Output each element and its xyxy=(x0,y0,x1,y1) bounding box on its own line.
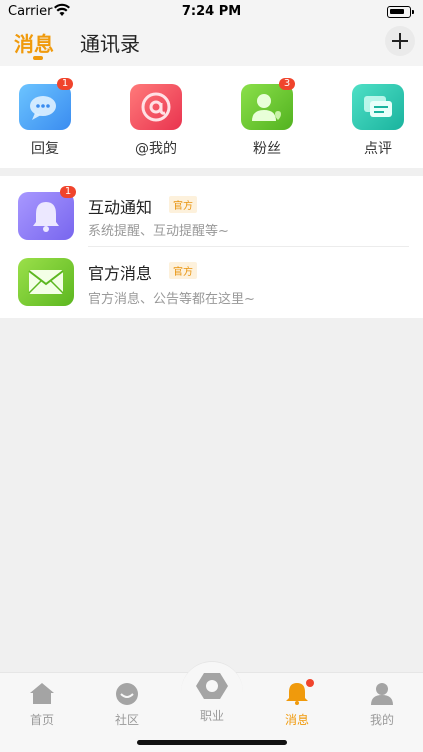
tab-community-label: 社区 xyxy=(114,713,139,727)
envelope-icon xyxy=(18,258,74,306)
clock: 7:24 PM xyxy=(181,4,242,19)
bell-icon: 1 xyxy=(18,186,76,240)
profile-icon xyxy=(369,681,395,705)
add-button[interactable] xyxy=(385,26,415,56)
interaction-notice-title: 互动通知 xyxy=(88,198,153,217)
divider xyxy=(88,246,409,247)
message-list: 1 互动通知 官方 系统提醒、互动提醒等~ 官方消息 官方 官方消息、公告等都在… xyxy=(0,176,423,318)
tab-messages[interactable]: 消息 xyxy=(14,28,54,60)
active-tab-indicator xyxy=(33,56,43,60)
quick-reply-label: 回复 xyxy=(31,141,59,157)
battery-icon xyxy=(387,6,414,18)
at-sign-icon xyxy=(130,84,182,130)
career-icon xyxy=(195,671,229,701)
tab-home-label: 首页 xyxy=(29,713,54,727)
follower-icon: 3 xyxy=(241,78,295,130)
quick-mentions-label: @我的 xyxy=(135,141,177,157)
official-tag: 官方 xyxy=(169,196,197,213)
tab-home[interactable]: 首页 xyxy=(12,681,72,728)
tab-community[interactable]: 社区 xyxy=(97,681,157,728)
quick-reply-badge: 1 xyxy=(57,78,73,90)
home-indicator xyxy=(137,740,287,745)
quick-followers-label: 粉丝 xyxy=(253,141,281,157)
quick-actions: 1 回复 @我的 3 粉丝 点评 xyxy=(0,66,423,168)
tab-contacts-label: 通讯录 xyxy=(80,32,140,56)
quick-reply[interactable]: 1 回复 xyxy=(15,78,75,158)
comment-icon xyxy=(352,84,404,130)
quick-followers[interactable]: 3 粉丝 xyxy=(237,78,297,158)
interaction-notice-subtitle: 系统提醒、互动提醒等~ xyxy=(88,224,229,239)
tab-career-label: 职业 xyxy=(199,709,224,723)
official-message-subtitle: 官方消息、公告等都在这里~ xyxy=(88,292,255,307)
tab-profile-label: 我的 xyxy=(369,713,394,727)
interaction-notice-badge: 1 xyxy=(60,186,76,198)
tab-messages-label: 消息 xyxy=(14,32,54,56)
official-tag: 官方 xyxy=(169,262,197,279)
list-item-interaction-notice[interactable]: 1 互动通知 官方 系统提醒、互动提醒等~ xyxy=(0,184,423,254)
header: 消息 通讯录 xyxy=(0,24,423,66)
chat-bubble-icon: 1 xyxy=(19,78,73,130)
quick-reviews-label: 点评 xyxy=(364,141,392,157)
unread-dot xyxy=(306,679,314,687)
tab-messages-bottom-label: 消息 xyxy=(284,713,309,727)
tab-contacts[interactable]: 通讯录 xyxy=(80,28,140,57)
tab-career[interactable]: 职业 xyxy=(182,671,242,724)
status-bar: Carrier 7:24 PM xyxy=(0,0,423,24)
official-message-title: 官方消息 xyxy=(88,264,153,283)
quick-reviews[interactable]: 点评 xyxy=(348,84,408,158)
tab-profile[interactable]: 我的 xyxy=(352,681,412,728)
quick-followers-badge: 3 xyxy=(279,78,295,90)
tab-messages-bottom[interactable]: 消息 xyxy=(267,679,327,728)
home-icon xyxy=(29,681,55,705)
list-item-official-message[interactable]: 官方消息 官方 官方消息、公告等都在这里~ xyxy=(0,248,423,318)
quick-mentions[interactable]: @我的 xyxy=(126,84,186,158)
community-icon xyxy=(114,681,140,705)
bell-icon xyxy=(284,679,314,705)
